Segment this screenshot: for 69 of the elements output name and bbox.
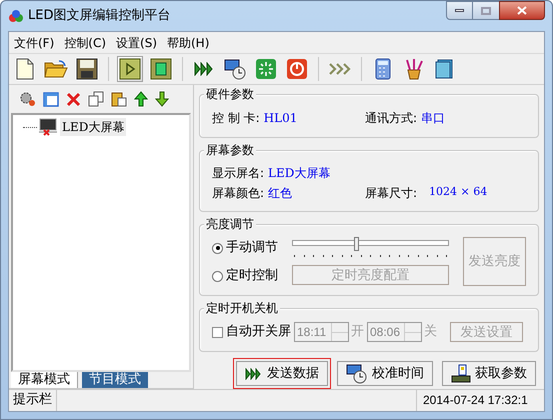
minimize-icon	[455, 9, 464, 12]
monitor-error-icon	[39, 118, 57, 136]
circuit-board-icon	[451, 364, 471, 384]
action-button[interactable]: 校准时间	[337, 361, 433, 386]
toolbar-button[interactable]	[117, 56, 143, 82]
menu-item[interactable]: 文件(F)	[9, 34, 60, 52]
monitor-clock-icon	[224, 58, 246, 80]
close-button[interactable]	[499, 1, 545, 20]
calculator-icon	[375, 58, 391, 80]
mode-tab[interactable]: 屏幕模式	[11, 372, 78, 388]
time-label: 关	[424, 323, 437, 342]
status-datetime: 2014-07-24 17:32:1	[416, 390, 544, 411]
action-button[interactable]: 发送数据	[236, 361, 328, 386]
action-button[interactable]: 获取参数	[442, 361, 536, 386]
folder-icon	[44, 59, 68, 79]
field-value: 1024 × 64	[429, 184, 488, 200]
field-label: 显示屏名:	[212, 165, 264, 182]
field-value: HL01	[264, 110, 298, 127]
toolbar-button[interactable]	[74, 56, 100, 82]
window-icon[interactable]	[43, 92, 59, 106]
radio-label: 手动调节	[226, 239, 278, 258]
window-title: LED图文屏编辑控制平台	[28, 7, 170, 26]
down-arrow-icon[interactable]	[155, 91, 169, 107]
field-label: 屏幕尺寸:	[365, 185, 418, 202]
field-value: 串口	[421, 110, 446, 127]
new-document-icon	[15, 58, 35, 80]
toolbar-button[interactable]	[148, 56, 174, 82]
status-hint: 提示栏	[9, 390, 57, 411]
field-value: 红色	[268, 185, 292, 202]
app-logo-icon	[8, 9, 24, 23]
starburst-icon	[255, 58, 277, 80]
group-title: 硬件参数	[204, 86, 256, 102]
slider-thumb[interactable]	[354, 237, 360, 251]
field-label: 屏幕颜色:	[212, 185, 264, 202]
delete-icon[interactable]	[66, 92, 81, 106]
field-value: LED大屏幕	[268, 165, 330, 182]
book-icon	[435, 58, 455, 80]
radio-label: 定时控制	[226, 267, 278, 286]
group-title: 屏幕参数	[204, 142, 256, 158]
mode-tab[interactable]: 节目模式	[82, 372, 148, 388]
close-icon	[517, 6, 527, 15]
stop-icon	[150, 58, 172, 80]
copy-icon[interactable]	[88, 91, 104, 107]
checkbox[interactable]	[212, 326, 223, 338]
maximize-button[interactable]	[473, 1, 499, 20]
play-icon	[119, 58, 141, 80]
group-title: 定时开机关机	[204, 300, 280, 316]
monitor-clock-icon	[346, 364, 368, 384]
minimize-button[interactable]	[446, 1, 473, 20]
field-label: 控 制 卡:	[212, 110, 260, 127]
triple-chevron-icon	[329, 63, 351, 75]
tree-item[interactable]: LED大屏幕	[60, 118, 126, 136]
menu-item[interactable]: 控制(C)	[59, 34, 112, 52]
triple-arrow-icon	[194, 62, 214, 76]
time-label: 开	[351, 323, 364, 342]
maximize-icon	[481, 6, 491, 14]
up-arrow-icon[interactable]	[134, 91, 148, 107]
triple-arrow-icon	[245, 368, 263, 380]
radio-button[interactable]	[212, 270, 223, 282]
group-title: 亮度调节	[204, 216, 256, 232]
field-label: 通讯方式:	[365, 110, 418, 127]
paint-brushes-icon	[404, 58, 424, 80]
menu-item[interactable]: 设置(S)	[111, 34, 162, 52]
paste-icon[interactable]	[111, 91, 127, 107]
gears-icon[interactable]	[20, 91, 36, 107]
menu-item[interactable]: 帮助(H)	[162, 34, 214, 52]
checkbox-label: 自动开关屏	[226, 323, 291, 342]
radio-button[interactable]	[212, 242, 223, 254]
power-icon	[286, 58, 308, 80]
